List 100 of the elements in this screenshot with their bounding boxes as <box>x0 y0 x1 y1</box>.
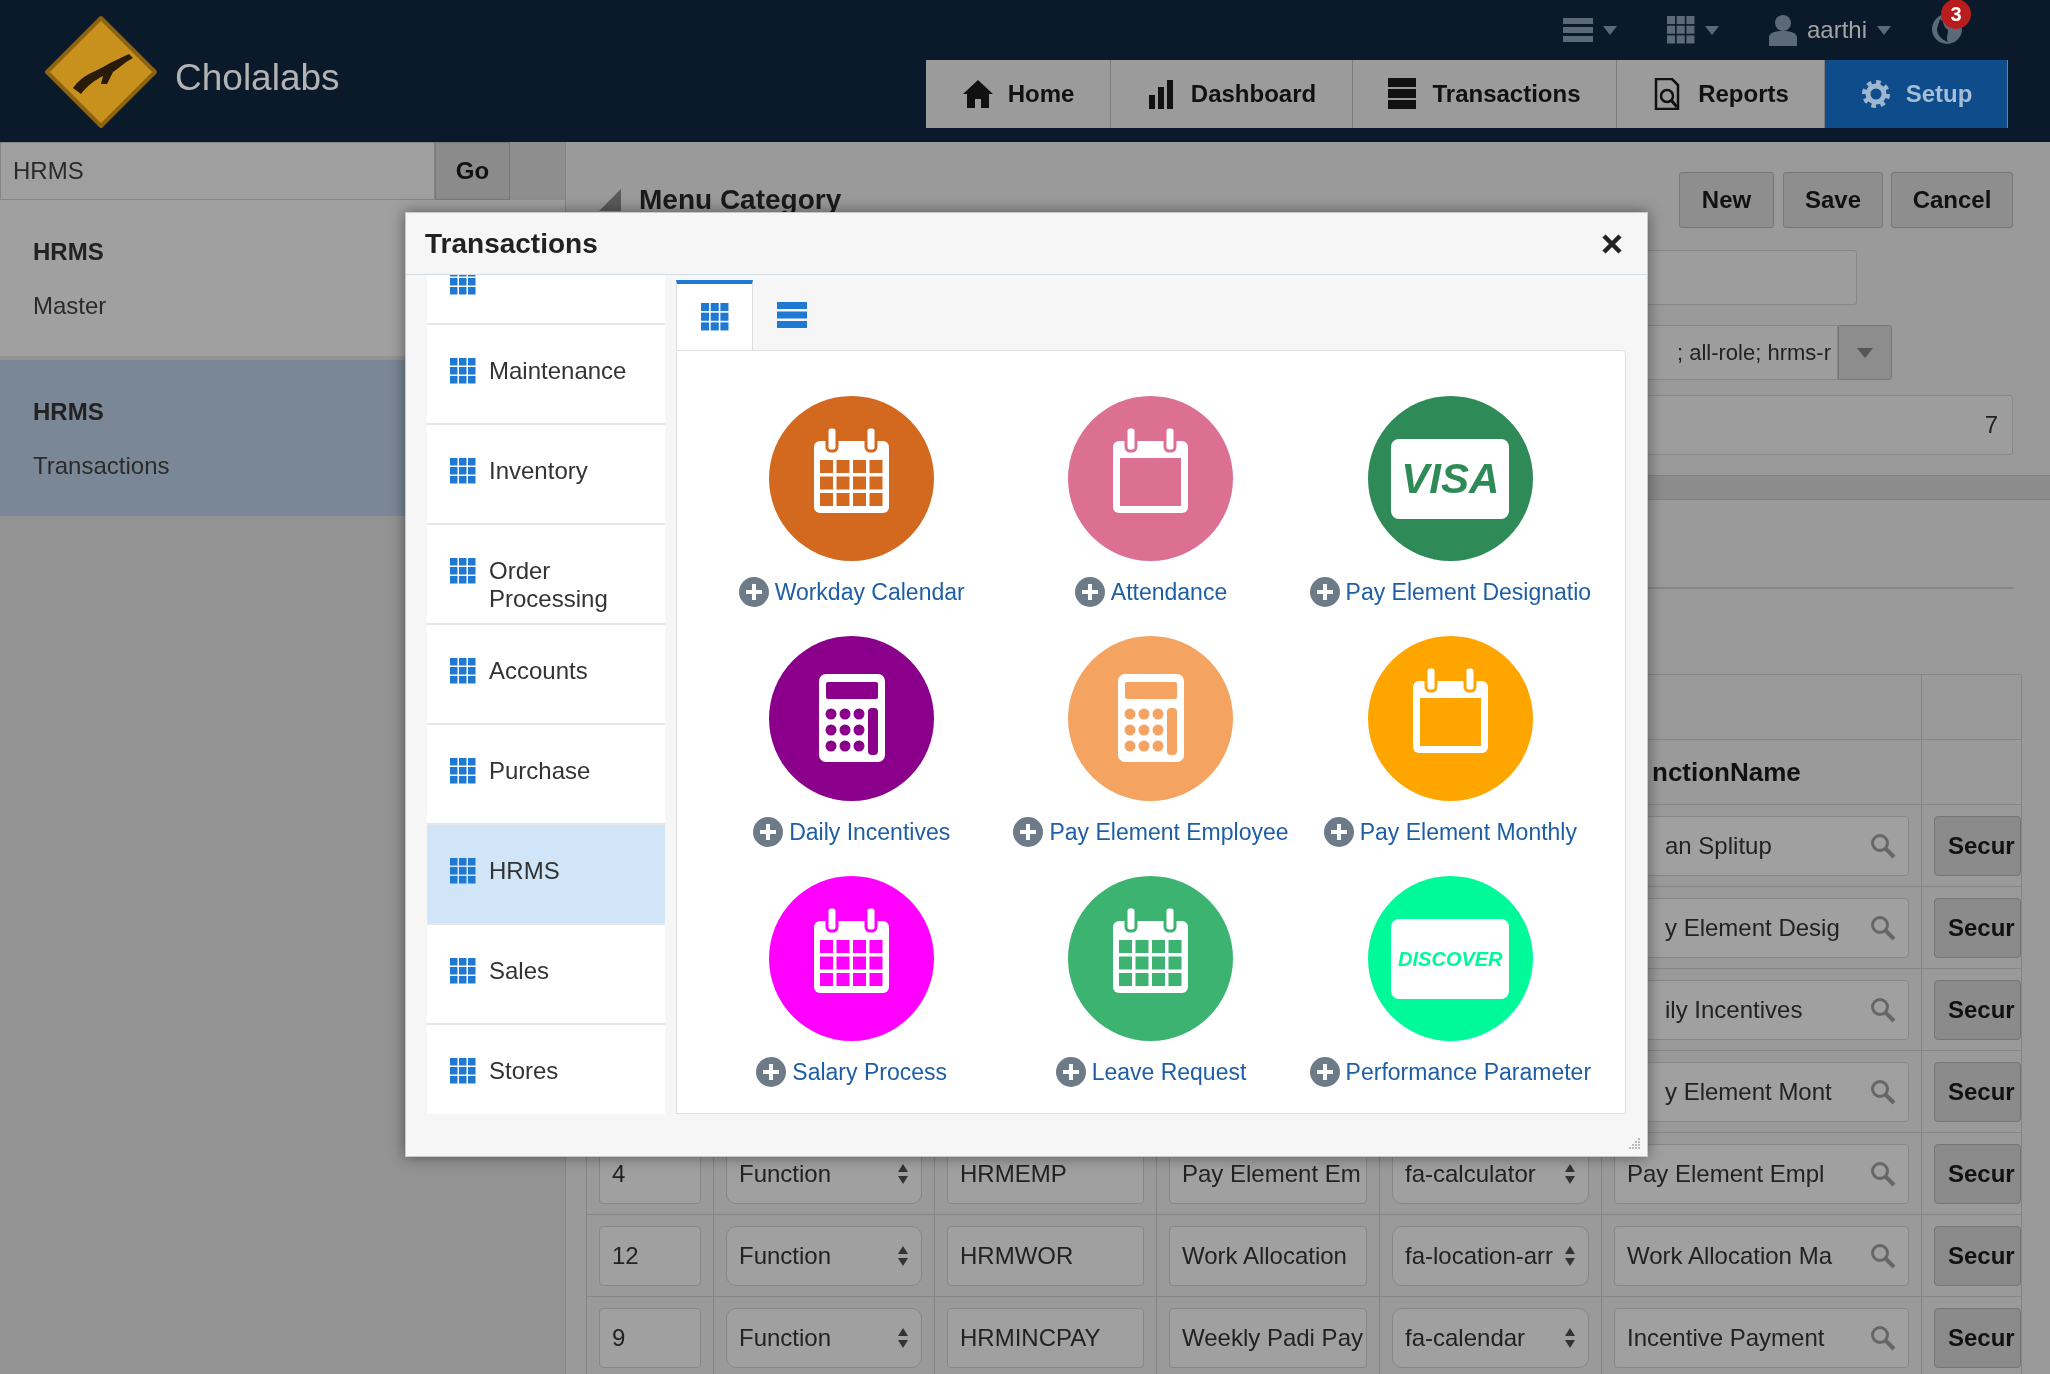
grid-icon <box>450 658 476 684</box>
grid-icon[interactable] <box>450 275 476 295</box>
add-icon[interactable] <box>756 1057 787 1087</box>
grid-icon <box>450 358 476 384</box>
secure-button[interactable]: Secur <box>1934 815 2021 876</box>
title-field[interactable]: Work Allocation <box>1169 1225 1367 1286</box>
tile-link[interactable]: Performance Parameter <box>1345 1054 1592 1090</box>
title-field[interactable]: Weekly Padi Pay <box>1169 1307 1367 1368</box>
nav-tab[interactable]: Dashboard <box>1111 60 1353 128</box>
number-field[interactable]: 12 <box>599 1225 701 1286</box>
tile-link[interactable]: Salary Process <box>792 1054 947 1090</box>
add-icon[interactable] <box>1074 577 1105 607</box>
grid-icon <box>450 958 476 984</box>
caret-icon[interactable] <box>1602 25 1617 35</box>
add-icon[interactable] <box>1309 577 1340 607</box>
number-field[interactable]: 9 <box>599 1307 701 1368</box>
search-icon[interactable] <box>1870 1078 1896 1105</box>
resize-grip-icon[interactable] <box>1627 1136 1641 1150</box>
category-item[interactable]: HRMS <box>427 825 665 923</box>
tile-link[interactable]: Attendance <box>1110 574 1228 610</box>
secure-button[interactable]: Secur <box>1934 979 2021 1040</box>
category-label: Sales <box>489 957 551 985</box>
search-icon[interactable] <box>1870 914 1896 941</box>
category-label: Accounts <box>489 657 589 685</box>
calendar-icon[interactable] <box>769 396 935 561</box>
caret-icon[interactable] <box>1877 25 1891 35</box>
go-button[interactable]: Go <box>435 142 510 200</box>
add-icon[interactable] <box>1013 817 1044 847</box>
icon-select[interactable]: fa-calendar <box>1392 1307 1589 1368</box>
category-item[interactable]: Stores <box>427 1025 665 1114</box>
secure-button[interactable]: Secur <box>1934 1143 2021 1204</box>
category-item[interactable]: Maintenance <box>427 325 665 423</box>
search-icon[interactable] <box>1870 1324 1896 1351</box>
add-icon[interactable] <box>1323 817 1354 847</box>
code-field[interactable]: HRMINCPAY <box>947 1307 1144 1368</box>
list-icon[interactable] <box>1562 18 1593 42</box>
calendar-icon[interactable] <box>1068 396 1234 561</box>
secure-button[interactable]: Secur <box>1934 1307 2021 1368</box>
form-button[interactable]: Cancel <box>1891 172 2013 228</box>
caret-icon[interactable] <box>1704 25 1719 35</box>
credit-card-icon[interactable]: VISA <box>1367 396 1533 561</box>
search-icon[interactable] <box>1870 832 1896 859</box>
category-item[interactable]: Sales <box>427 925 665 1023</box>
function-name-field[interactable]: Work Allocation Ma <box>1614 1225 1909 1286</box>
search-icon[interactable] <box>1870 996 1896 1023</box>
icon-select[interactable]: fa-location-arr <box>1392 1225 1589 1286</box>
nav-tab[interactable]: Transactions <box>1353 60 1617 128</box>
category-item[interactable]: Order Processing <box>427 525 665 623</box>
tile-link[interactable]: Daily Incentives <box>789 814 951 850</box>
search-icon[interactable] <box>1870 1242 1896 1269</box>
card-logo-text: DISCOVER <box>1398 946 1503 972</box>
secure-button[interactable]: Secur <box>1934 1061 2021 1122</box>
add-icon[interactable] <box>1309 1057 1340 1087</box>
function-name-field[interactable]: Pay Element Empl <box>1614 1143 1909 1204</box>
category-label: Stores <box>489 1057 560 1085</box>
search-field[interactable]: HRMS <box>0 142 435 200</box>
add-icon[interactable] <box>738 577 769 607</box>
sidebar-link[interactable]: Transactions <box>33 448 170 484</box>
grid-icon[interactable] <box>1666 16 1695 44</box>
server-icon <box>1388 78 1419 110</box>
add-icon[interactable] <box>1055 1057 1086 1087</box>
add-icon[interactable] <box>753 817 784 847</box>
collapse-triangle-icon[interactable] <box>599 189 621 211</box>
home-icon <box>961 79 994 109</box>
calendar-icon[interactable] <box>769 876 935 1041</box>
view-tab[interactable] <box>676 280 753 350</box>
nav-tab[interactable]: Setup <box>1825 60 2008 128</box>
calendar-icon[interactable] <box>1068 876 1234 1041</box>
function-name-field[interactable]: Incentive Payment <box>1614 1307 1909 1368</box>
category-item[interactable]: Inventory <box>427 425 665 523</box>
logo-icon <box>43 14 159 130</box>
username[interactable]: aarthi <box>1806 12 1867 48</box>
calculator-icon[interactable] <box>769 636 935 801</box>
tile-link[interactable]: Workday Calendar <box>774 574 965 610</box>
sidebar-link[interactable]: Master <box>33 288 107 324</box>
card-logo-text: VISA <box>1401 454 1500 504</box>
dropdown-button[interactable] <box>1838 325 1892 380</box>
calendar-icon[interactable] <box>1367 636 1533 801</box>
tile-link[interactable]: Leave Request <box>1091 1054 1247 1090</box>
search-icon[interactable] <box>1870 1160 1896 1187</box>
type-select[interactable]: Function <box>726 1307 922 1368</box>
category-item[interactable]: Accounts <box>427 625 665 723</box>
form-button[interactable]: Save <box>1783 172 1883 228</box>
secure-button[interactable]: Secur <box>1934 1225 2021 1286</box>
form-title: Menu Category <box>639 183 842 217</box>
close-button[interactable] <box>1601 232 1623 255</box>
modal-title: Transactions <box>425 226 598 261</box>
secure-button[interactable]: Secur <box>1934 897 2021 958</box>
code-field[interactable]: HRMWOR <box>947 1225 1144 1286</box>
grid-icon <box>450 458 476 484</box>
type-select[interactable]: Function <box>726 1225 922 1286</box>
nav-tab[interactable]: Home <box>926 60 1111 128</box>
tile-link[interactable]: Pay Element Monthly <box>1359 814 1577 850</box>
nav-tab[interactable]: Reports <box>1617 60 1825 128</box>
form-button[interactable]: New <box>1679 172 1774 228</box>
user-icon[interactable] <box>1768 14 1797 46</box>
category-item[interactable]: Purchase <box>427 725 665 823</box>
tile-link[interactable]: Pay Element Designatio <box>1345 574 1592 610</box>
group-title: HRMS <box>33 397 104 427</box>
tile-link[interactable]: Pay Element Employee <box>1049 814 1289 850</box>
